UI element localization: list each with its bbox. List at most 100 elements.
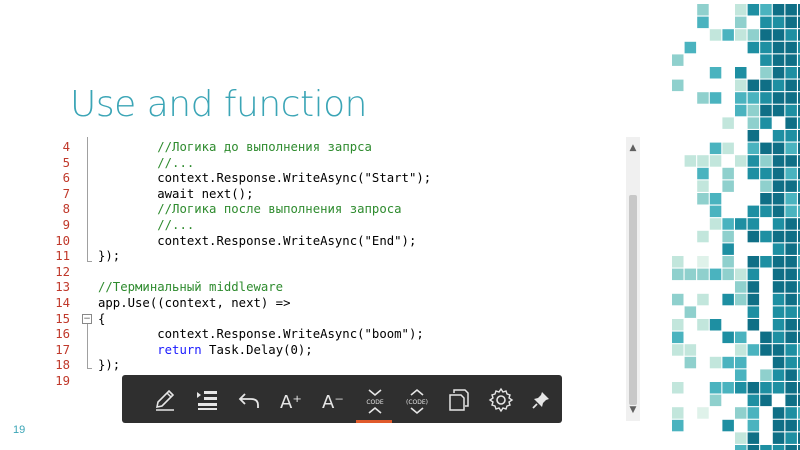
mosaic-square (772, 218, 785, 230)
line-number: 19 (55, 374, 70, 388)
mosaic-square (684, 155, 697, 167)
slide-number: 19 (13, 424, 26, 436)
mosaic-square (772, 331, 785, 344)
mosaic-square (735, 92, 747, 104)
line-number: 9 (62, 218, 70, 232)
mosaic-square (760, 155, 772, 167)
mosaic-square (785, 41, 797, 54)
mosaic-square (747, 79, 760, 92)
code-line: 8 //Логика после выполнения запроса (46, 202, 626, 218)
collapse-code-button[interactable]: CODE (352, 375, 396, 423)
mosaic-square (735, 344, 747, 356)
code-text: }); (98, 358, 120, 374)
mosaic-square (735, 4, 747, 16)
highlight-lines-icon (197, 391, 217, 410)
mosaic-square (772, 306, 785, 318)
mosaic-square (785, 155, 797, 167)
line-number: 8 (62, 202, 70, 217)
mosaic-square (785, 92, 797, 104)
highlight-lines-button[interactable] (184, 375, 228, 423)
mosaic-square (709, 356, 722, 369)
pin-button[interactable] (518, 375, 562, 423)
mosaic-square (747, 104, 760, 117)
mosaic-square (772, 54, 785, 66)
mosaic-square (785, 268, 797, 281)
collapse-code-label: CODE (366, 399, 384, 406)
mosaic-square (760, 92, 772, 104)
copy-button[interactable] (436, 375, 480, 423)
line-number: 7 (62, 186, 70, 201)
vertical-scrollbar[interactable]: ▲ ▼ (626, 137, 640, 421)
mosaic-square (772, 205, 785, 218)
mosaic-square (722, 243, 734, 255)
code-text: //Логика после выполнения запроса (98, 202, 401, 218)
expand-code-button[interactable]: (CODE) (394, 375, 438, 423)
pen-tool-button[interactable] (142, 375, 186, 423)
mosaic-square (709, 29, 722, 41)
mosaic-square (760, 445, 772, 450)
code-line: 6 context.Response.WriteAsync("Start"); (46, 171, 626, 187)
increase-font-button[interactable]: A⁺ (268, 375, 312, 423)
mosaic-square (760, 205, 772, 218)
copy-icon (449, 389, 469, 411)
mosaic-square (747, 445, 760, 450)
code-token-text: await next(); (98, 186, 254, 201)
mosaic-square (722, 230, 734, 243)
mosaic-square (747, 117, 760, 129)
mosaic-square (747, 268, 760, 281)
mosaic-square (735, 218, 747, 230)
mosaic-square (772, 356, 785, 369)
mosaic-square (785, 167, 797, 180)
mosaic-square (735, 281, 747, 293)
code-line: 9 //... (46, 218, 626, 234)
code-line: 12 (46, 265, 626, 281)
mosaic-square (772, 445, 785, 450)
mosaic-square (785, 306, 797, 318)
mosaic-square (735, 331, 747, 344)
mosaic-square (760, 167, 772, 180)
scrollbar-thumb[interactable] (629, 195, 637, 405)
mosaic-square (772, 369, 785, 381)
decrease-font-button[interactable]: A⁻ (310, 375, 354, 423)
chevron-down-icon[interactable]: ▼ (626, 403, 640, 417)
mosaic-square (697, 4, 709, 16)
mosaic-square (785, 180, 797, 192)
mosaic-square (772, 4, 785, 16)
mosaic-square (760, 344, 772, 356)
font-decrease-label: A⁻ (322, 392, 344, 413)
mosaic-square (772, 281, 785, 293)
code-text: { (98, 312, 105, 328)
mosaic-square (722, 167, 734, 180)
mosaic-square (722, 382, 734, 394)
mosaic-square (735, 356, 747, 369)
line-number: 6 (62, 171, 70, 186)
mosaic-square (672, 382, 684, 394)
code-line: 17 return Task.Delay(0); (46, 343, 626, 359)
slide-title: Use and function (70, 84, 367, 125)
code-token-comment: //Логика до выполнения запрса (157, 140, 372, 154)
mosaic-square (785, 193, 797, 205)
mosaic-square (785, 445, 797, 450)
mosaic-square (697, 256, 709, 268)
line-number: 12 (55, 264, 70, 279)
chevron-up-icon[interactable]: ▲ (626, 141, 640, 155)
mosaic-square (785, 130, 797, 142)
line-number: 11 (55, 249, 70, 264)
mosaic-square (735, 432, 747, 444)
undo-button[interactable] (226, 375, 270, 423)
mosaic-square (735, 268, 747, 281)
mosaic-square (785, 142, 797, 155)
mosaic-square (747, 92, 760, 104)
mosaic-square (747, 382, 760, 394)
mosaic-square (785, 344, 797, 356)
code-token-text: }); (98, 249, 121, 264)
code-token-text: { (98, 311, 106, 326)
mosaic-square (760, 256, 772, 268)
fold-toggle-icon[interactable]: − (82, 313, 92, 324)
mosaic-square (785, 281, 797, 293)
mosaic-square (760, 369, 772, 381)
mosaic-square (747, 130, 760, 142)
settings-button[interactable] (478, 375, 522, 423)
code-token-comment: //... (157, 218, 195, 232)
